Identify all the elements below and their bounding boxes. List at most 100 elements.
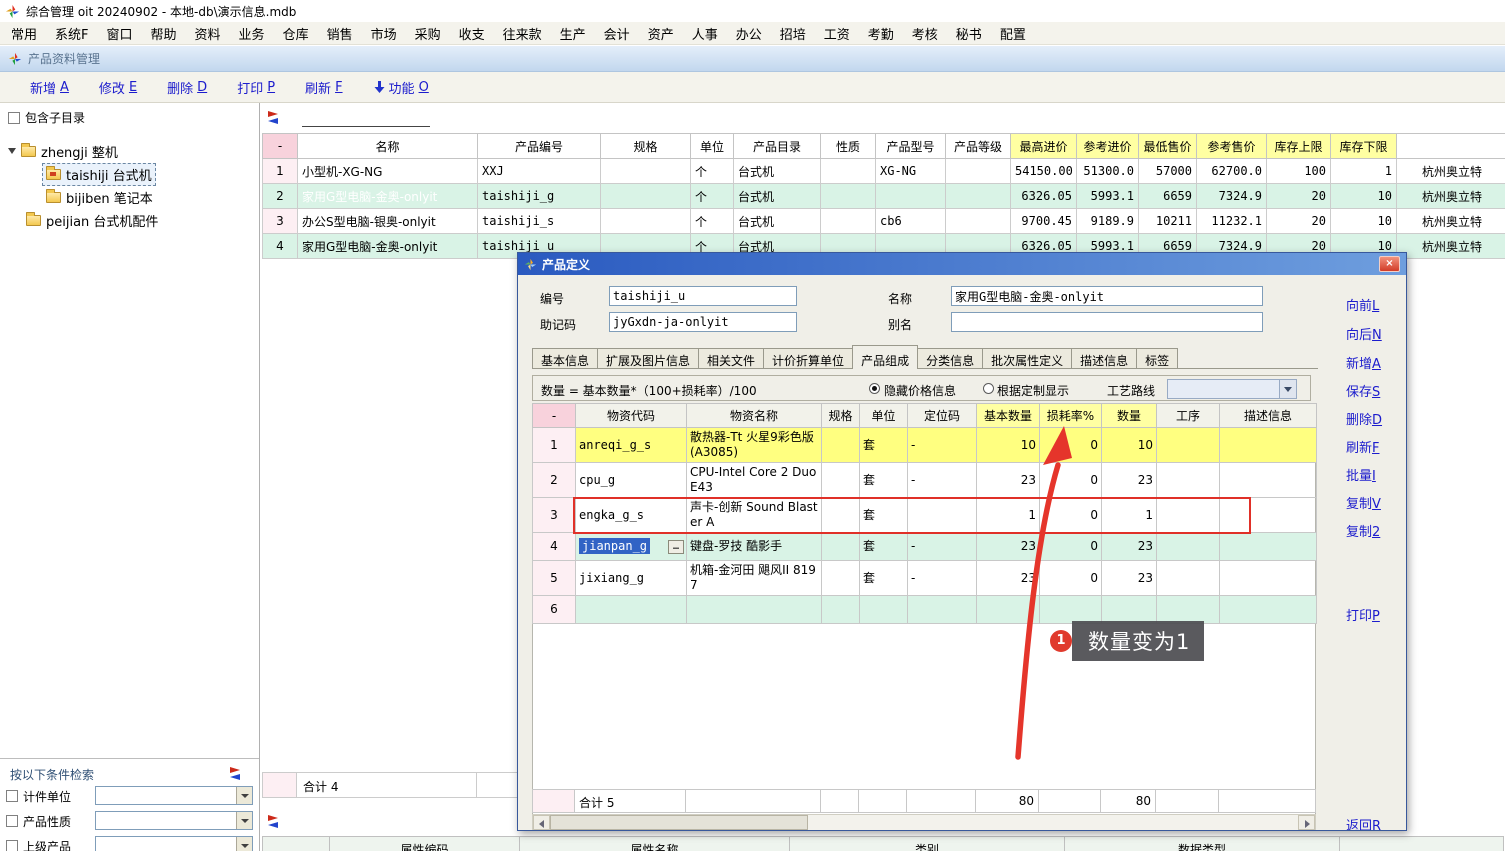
menu-item-11[interactable]: 收支	[450, 21, 494, 46]
product-cell[interactable]	[946, 159, 1011, 184]
product-row-3[interactable]: 3办公S型电脑-银奥-onlyittaishiji_s个台式机cb69700.4…	[263, 209, 1505, 234]
dialog-button-9[interactable]: 复制2	[1346, 521, 1380, 540]
nature-filter-checkbox[interactable]	[6, 815, 18, 827]
menu-item-14[interactable]: 会计	[595, 21, 639, 46]
bom-cell[interactable]: 机箱-金河田 飓风II 8197	[687, 561, 822, 596]
dialog-button-3[interactable]: 新增A	[1346, 353, 1381, 372]
bom-cell[interactable]	[1157, 463, 1220, 498]
row-number-cell[interactable]: 4	[533, 533, 576, 561]
bom-cell[interactable]: -	[908, 463, 977, 498]
column-header[interactable]: -	[263, 134, 298, 159]
dialog-button-5[interactable]: 删除D	[1346, 409, 1382, 428]
product-cell[interactable]: 20	[1267, 209, 1331, 234]
bom-cell[interactable]	[1220, 498, 1317, 533]
row-number-cell[interactable]: 2	[263, 184, 298, 209]
product-cell[interactable]: 杭州奥立特	[1397, 209, 1505, 234]
menu-item-21[interactable]: 考核	[903, 21, 947, 46]
product-cell[interactable]: 51300.0	[1077, 159, 1139, 184]
column-header[interactable]: 物资名称	[687, 404, 822, 428]
product-cell[interactable]: cb6	[876, 209, 946, 234]
column-header[interactable]: 库存上限	[1267, 134, 1331, 159]
bom-cell[interactable]: 套	[860, 561, 908, 596]
bom-cell[interactable]: 声卡-创新 Sound Blaster A	[687, 498, 822, 533]
bom-cell[interactable]	[1220, 561, 1317, 596]
bom-cell[interactable]: 10	[1102, 428, 1157, 463]
product-cell[interactable]: XXJ	[478, 159, 601, 184]
tab-4[interactable]: 计价折算单位	[763, 348, 853, 368]
functions-button[interactable]: 功能O	[373, 78, 429, 97]
bom-cell[interactable]: 套	[860, 463, 908, 498]
row-number-cell[interactable]: 3	[533, 498, 576, 533]
product-cell[interactable]: 54150.00	[1011, 159, 1077, 184]
hide-price-radio[interactable]	[869, 383, 880, 394]
product-cell[interactable]: 个	[691, 184, 734, 209]
column-header[interactable]: 名称	[298, 134, 478, 159]
dropdown-arrow-icon[interactable]	[236, 787, 252, 804]
bom-cell[interactable]: -	[908, 428, 977, 463]
menu-item-9[interactable]: 市场	[362, 21, 406, 46]
product-cell[interactable]: 台式机	[734, 184, 821, 209]
dialog-button-2[interactable]: 向后N	[1346, 324, 1382, 343]
product-cell[interactable]: 57000	[1139, 159, 1197, 184]
bom-row-5[interactable]: 5jixiang_g机箱-金河田 飓风II 8197套-23023	[533, 561, 1317, 596]
scroll-left-icon[interactable]	[533, 815, 550, 830]
bom-cell[interactable]	[1157, 498, 1220, 533]
column-header[interactable]: 损耗率%	[1040, 404, 1102, 428]
product-cell[interactable]: 杭州奥立特	[1397, 234, 1505, 259]
product-cell[interactable]: 台式机	[734, 159, 821, 184]
dialog-button-11[interactable]: 返回R	[1346, 815, 1381, 830]
bom-cell[interactable]: 键盘-罗技 酷影手	[687, 533, 822, 561]
swap-arrows-icon[interactable]	[266, 815, 281, 828]
bom-cell[interactable]	[908, 596, 977, 624]
bom-cell[interactable]: -	[908, 533, 977, 561]
bom-cell[interactable]: 套	[860, 533, 908, 561]
product-cell[interactable]: 个	[691, 159, 734, 184]
menu-item-12[interactable]: 往来款	[494, 21, 551, 46]
menu-item-20[interactable]: 考勤	[859, 21, 903, 46]
dialog-button-1[interactable]: 向前L	[1346, 295, 1379, 314]
bom-cell[interactable]: 套	[860, 428, 908, 463]
dropdown-arrow-icon[interactable]	[1279, 380, 1296, 398]
bom-cell[interactable]	[576, 596, 687, 624]
product-cell[interactable]	[821, 184, 876, 209]
column-header[interactable]: 数量	[1102, 404, 1157, 428]
column-header[interactable]: 定位码	[908, 404, 977, 428]
tab-1[interactable]: 基本信息	[532, 348, 598, 368]
product-cell[interactable]: 10211	[1139, 209, 1197, 234]
bom-cell[interactable]: -	[908, 561, 977, 596]
column-header[interactable]: 描述信息	[1220, 404, 1317, 428]
product-cell[interactable]: 办公S型电脑-银奥-onlyit	[298, 209, 478, 234]
bom-cell[interactable]	[1157, 596, 1220, 624]
bom-cell[interactable]	[1157, 428, 1220, 463]
bom-cell[interactable]: CPU-Intel Core 2 Duo E43	[687, 463, 822, 498]
column-header[interactable]: 库存下限	[1331, 134, 1397, 159]
product-cell[interactable]: XG-NG	[876, 159, 946, 184]
product-cell[interactable]: 10	[1331, 184, 1397, 209]
row-number-cell[interactable]: 5	[533, 561, 576, 596]
menu-item-13[interactable]: 生产	[551, 21, 595, 46]
delete-button[interactable]: 删除D	[167, 78, 207, 97]
tab-9[interactable]: 标签	[1136, 348, 1178, 368]
product-cell[interactable]: 6659	[1139, 184, 1197, 209]
bom-cell[interactable]: 23	[1102, 561, 1157, 596]
bom-cell[interactable]: 23	[977, 561, 1040, 596]
dialog-button-6[interactable]: 刷新F	[1346, 437, 1380, 456]
selected-tree-node[interactable]: taishiji 台式机	[42, 163, 156, 186]
row-number-cell[interactable]: 3	[263, 209, 298, 234]
locate-input[interactable]	[302, 109, 430, 127]
menu-item-17[interactable]: 办公	[727, 21, 771, 46]
column-header[interactable]: 产品编号	[478, 134, 601, 159]
bom-cell[interactable]: 散热器-Tt 火星9彩色版(A3085)	[687, 428, 822, 463]
bom-cell[interactable]	[822, 463, 860, 498]
bom-cell[interactable]: 23	[1102, 463, 1157, 498]
product-cell[interactable]: 62700.0	[1197, 159, 1267, 184]
bom-cell[interactable]: jixiang_g	[576, 561, 687, 596]
scrollbar-thumb[interactable]	[550, 815, 808, 830]
menu-item-18[interactable]: 招培	[771, 21, 815, 46]
bom-cell[interactable]: 0	[1040, 498, 1102, 533]
product-row-1[interactable]: 1小型机-XG-NGXXJ个台式机XG-NG54150.0051300.0570…	[263, 159, 1505, 184]
tree-item-peijian[interactable]: peijian 台式机配件	[26, 210, 158, 230]
product-cell[interactable]	[946, 184, 1011, 209]
custom-display-radio[interactable]	[983, 383, 994, 394]
menu-item-7[interactable]: 仓库	[274, 21, 318, 46]
